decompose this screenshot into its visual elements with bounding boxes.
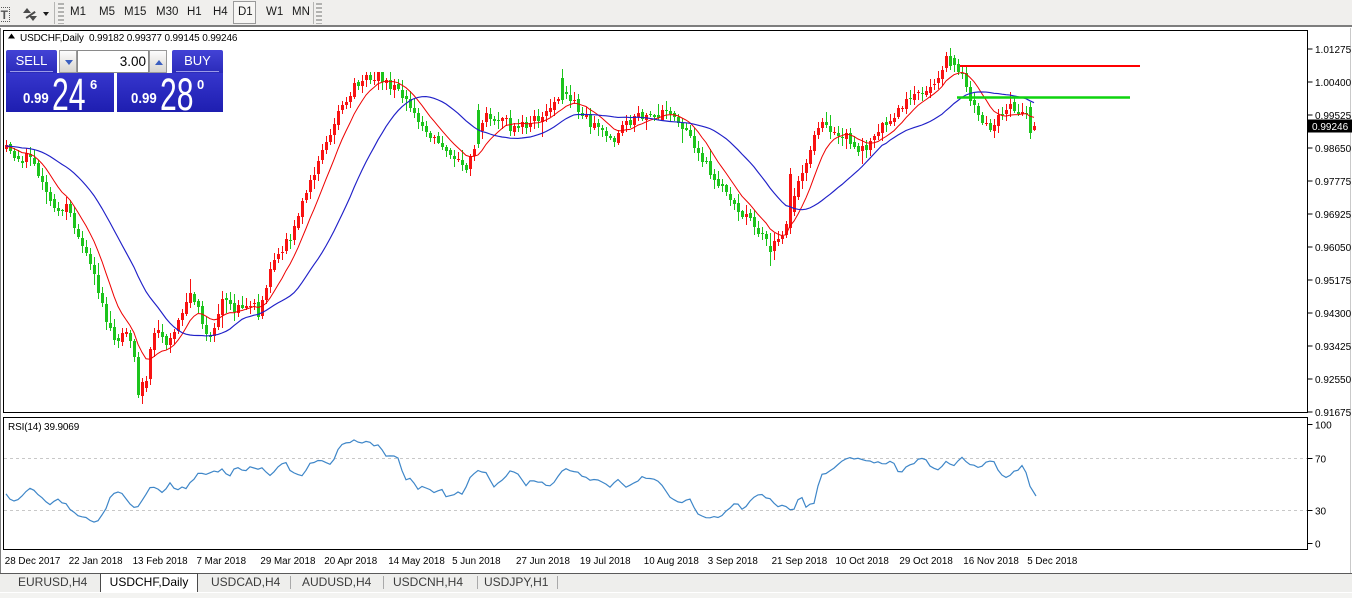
- svg-text:0: 0: [1315, 540, 1321, 551]
- svg-text:5 Jun 2018: 5 Jun 2018: [452, 556, 501, 567]
- svg-text:20 Apr 2018: 20 Apr 2018: [324, 556, 377, 567]
- svg-text:10 Oct 2018: 10 Oct 2018: [836, 556, 890, 567]
- svg-text:0.92550: 0.92550: [1315, 375, 1352, 386]
- svg-text:10 Aug 2018: 10 Aug 2018: [644, 556, 700, 567]
- svg-text:3 Sep 2018: 3 Sep 2018: [708, 556, 759, 567]
- svg-text:27 Jun 2018: 27 Jun 2018: [516, 556, 570, 567]
- svg-text:30: 30: [1315, 507, 1327, 518]
- svg-text:29 Mar 2018: 29 Mar 2018: [260, 556, 316, 567]
- svg-text:0.96050: 0.96050: [1315, 243, 1352, 254]
- svg-text:1.00400: 1.00400: [1315, 78, 1352, 89]
- svg-text:0.91675: 0.91675: [1315, 408, 1352, 419]
- svg-text:100: 100: [1315, 421, 1332, 432]
- svg-text:0.96925: 0.96925: [1315, 210, 1352, 221]
- svg-text:70: 70: [1315, 455, 1327, 466]
- svg-text:14 May 2018: 14 May 2018: [388, 556, 445, 567]
- svg-text:16 Nov 2018: 16 Nov 2018: [963, 556, 1019, 567]
- svg-text:USDCHF,Daily 0.99182 0.99377: USDCHF,Daily 0.99182 0.99377 0.99145 0.9…: [20, 33, 238, 44]
- svg-text:5 Dec 2018: 5 Dec 2018: [1027, 556, 1078, 567]
- svg-text:0.93425: 0.93425: [1315, 342, 1352, 353]
- svg-text:29 Oct 2018: 29 Oct 2018: [899, 556, 953, 567]
- svg-text:22 Jan 2018: 22 Jan 2018: [69, 556, 123, 567]
- svg-text:28 Dec 2017: 28 Dec 2017: [5, 556, 61, 567]
- svg-text:1.01275: 1.01275: [1315, 45, 1352, 56]
- svg-text:0.95175: 0.95175: [1315, 276, 1352, 287]
- svg-text:RSI(14) 39.9069: RSI(14) 39.9069: [8, 422, 80, 433]
- svg-text:21 Sep 2018: 21 Sep 2018: [772, 556, 828, 567]
- svg-text:0.99246: 0.99246: [1312, 122, 1349, 133]
- svg-text:0.97775: 0.97775: [1315, 177, 1352, 188]
- svg-text:13 Feb 2018: 13 Feb 2018: [133, 556, 189, 567]
- svg-text:0.98650: 0.98650: [1315, 144, 1352, 155]
- svg-text:7 Mar 2018: 7 Mar 2018: [197, 556, 247, 567]
- svg-text:0.94300: 0.94300: [1315, 309, 1352, 320]
- svg-text:19 Jul 2018: 19 Jul 2018: [580, 556, 631, 567]
